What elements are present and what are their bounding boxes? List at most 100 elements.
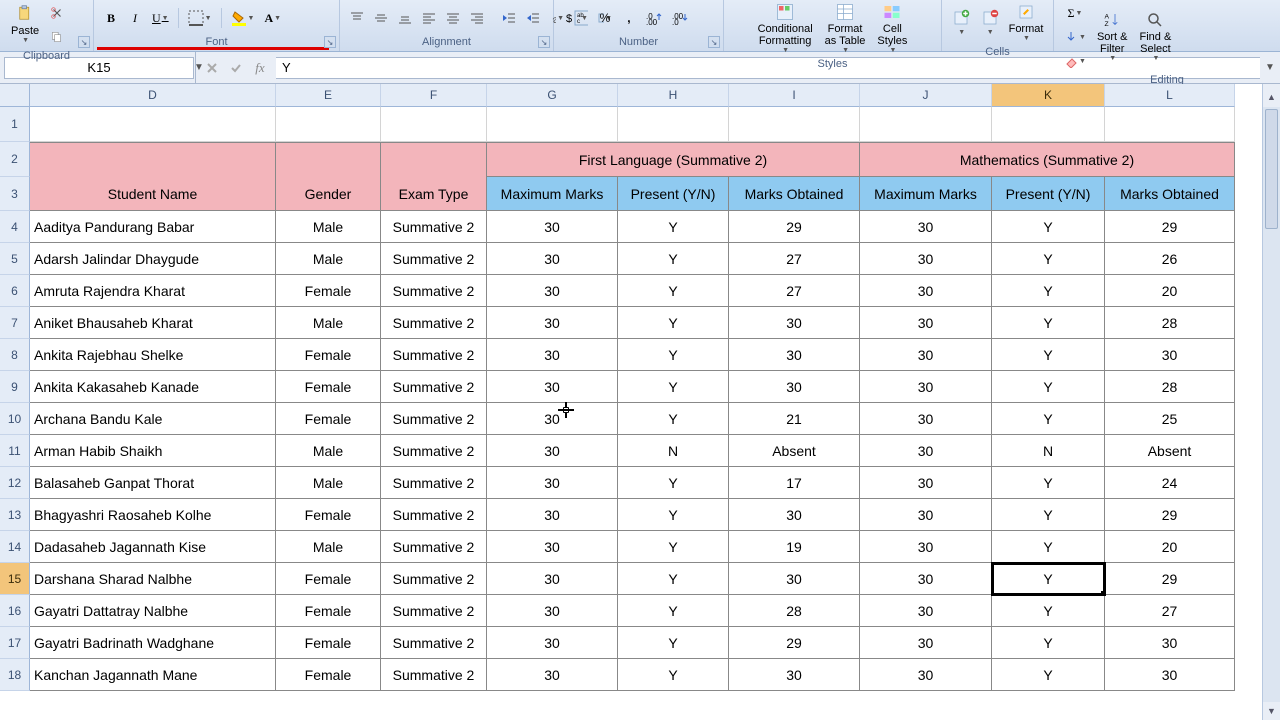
header-present-ma[interactable]: Present (Y/N)	[992, 177, 1105, 211]
row-header-10[interactable]: 10	[0, 403, 30, 435]
align-middle-button[interactable]	[370, 7, 392, 29]
cell-styles-button[interactable]: Cell Styles▼	[872, 2, 912, 56]
cell-ma-max[interactable]: 30	[860, 211, 992, 243]
cell-fl-marks[interactable]: 21	[729, 403, 860, 435]
cell[interactable]	[276, 107, 381, 142]
cell-name[interactable]: Aaditya Pandurang Babar	[30, 211, 276, 243]
cell[interactable]	[30, 107, 276, 142]
scroll-up-button[interactable]: ▲	[1263, 88, 1280, 106]
cell-fl-max[interactable]: 30	[487, 563, 618, 595]
enter-formula-button[interactable]	[226, 58, 246, 78]
row-header-9[interactable]: 9	[0, 371, 30, 403]
cell-fl-present[interactable]: Y	[618, 243, 729, 275]
row-header-5[interactable]: 5	[0, 243, 30, 275]
find-select-button[interactable]: Find & Select▼	[1135, 10, 1177, 64]
header-marks-fl[interactable]: Marks Obtained	[729, 177, 860, 211]
cell-ma-present[interactable]: Y	[992, 339, 1105, 371]
cell-name[interactable]: Ankita Rajebhau Shelke	[30, 339, 276, 371]
cell-exam[interactable]: Summative 2	[381, 595, 487, 627]
cell-exam[interactable]: Summative 2	[381, 435, 487, 467]
bold-button[interactable]: B	[100, 7, 122, 29]
cell-ma-max[interactable]: 30	[860, 499, 992, 531]
cell[interactable]	[618, 107, 729, 142]
row-header-7[interactable]: 7	[0, 307, 30, 339]
cell-name[interactable]: Arman Habib Shaikh	[30, 435, 276, 467]
cell-ma-present[interactable]: Y	[992, 659, 1105, 691]
cell[interactable]	[381, 107, 487, 142]
align-top-button[interactable]	[346, 7, 368, 29]
cell-fl-marks[interactable]: 30	[729, 307, 860, 339]
cell-ma-marks[interactable]: 20	[1105, 531, 1235, 563]
cell-fl-max[interactable]: 30	[487, 211, 618, 243]
cell[interactable]	[487, 107, 618, 142]
cell-ma-max[interactable]: 30	[860, 595, 992, 627]
column-header-I[interactable]: I	[729, 84, 860, 107]
cell-gender[interactable]: Female	[276, 659, 381, 691]
header-mathematics[interactable]: Mathematics (Summative 2)	[860, 142, 1235, 177]
copy-button[interactable]	[46, 26, 68, 48]
cell-ma-max[interactable]: 30	[860, 659, 992, 691]
header-max-marks-ma[interactable]: Maximum Marks	[860, 177, 992, 211]
cell-name[interactable]: Balasaheb Ganpat Thorat	[30, 467, 276, 499]
cell-fl-max[interactable]: 30	[487, 659, 618, 691]
alignment-dialog-launcher[interactable]: ↘	[538, 36, 550, 48]
scroll-thumb[interactable]	[1265, 109, 1278, 229]
insert-cells-button[interactable]: ▼	[948, 8, 975, 38]
cell-fl-marks[interactable]: 30	[729, 339, 860, 371]
cell-ma-marks[interactable]: 20	[1105, 275, 1235, 307]
cell-exam[interactable]: Summative 2	[381, 211, 487, 243]
cell-ma-present[interactable]: Y	[992, 403, 1105, 435]
format-cells-button[interactable]: Format▼	[1005, 2, 1047, 44]
cell[interactable]	[992, 107, 1105, 142]
header-present-fl[interactable]: Present (Y/N)	[618, 177, 729, 211]
cell-fl-max[interactable]: 30	[487, 595, 618, 627]
cell-ma-max[interactable]: 30	[860, 467, 992, 499]
cell-ma-max[interactable]: 30	[860, 371, 992, 403]
cell-gender[interactable]: Male	[276, 435, 381, 467]
cell-fl-present[interactable]: Y	[618, 211, 729, 243]
cell-fl-marks[interactable]: 30	[729, 499, 860, 531]
row-header-18[interactable]: 18	[0, 659, 30, 691]
header-first-language[interactable]: First Language (Summative 2)	[487, 142, 860, 177]
cell-ma-present[interactable]: N	[992, 435, 1105, 467]
paste-button[interactable]: Paste ▼	[6, 4, 44, 46]
cell-ma-present[interactable]: Y	[992, 499, 1105, 531]
row-header-13[interactable]: 13	[0, 499, 30, 531]
insert-function-button[interactable]: fx	[250, 58, 270, 78]
cell-fl-max[interactable]: 30	[487, 403, 618, 435]
cell-gender[interactable]: Female	[276, 595, 381, 627]
cell-ma-present[interactable]: Y	[992, 307, 1105, 339]
sort-filter-button[interactable]: AZ Sort & Filter▼	[1092, 10, 1133, 64]
row-header-11[interactable]: 11	[0, 435, 30, 467]
cell-ma-max[interactable]: 30	[860, 563, 992, 595]
cell-fl-present[interactable]: Y	[618, 627, 729, 659]
cell-fl-present[interactable]: Y	[618, 403, 729, 435]
comma-button[interactable]: ,	[618, 7, 640, 29]
align-bottom-button[interactable]	[394, 7, 416, 29]
cell-ma-marks[interactable]: 26	[1105, 243, 1235, 275]
column-header-F[interactable]: F	[381, 84, 487, 107]
decrease-indent-button[interactable]	[498, 7, 520, 29]
cell-ma-marks[interactable]: 29	[1105, 499, 1235, 531]
cell-ma-marks[interactable]: 30	[1105, 339, 1235, 371]
cell-gender[interactable]: Female	[276, 499, 381, 531]
cell-gender[interactable]: Male	[276, 531, 381, 563]
cell-name[interactable]: Darshana Sharad Nalbhe	[30, 563, 276, 595]
font-dialog-launcher[interactable]: ↘	[324, 36, 336, 48]
cancel-formula-button[interactable]	[202, 58, 222, 78]
row-header-17[interactable]: 17	[0, 627, 30, 659]
cell-name[interactable]: Dadasaheb Jagannath Kise	[30, 531, 276, 563]
cell-fl-max[interactable]: 30	[487, 435, 618, 467]
cell-ma-present[interactable]: Y	[992, 371, 1105, 403]
cell[interactable]	[1105, 107, 1235, 142]
cell-ma-marks[interactable]: 29	[1105, 211, 1235, 243]
cell-ma-max[interactable]: 30	[860, 275, 992, 307]
cell-ma-marks[interactable]: 28	[1105, 307, 1235, 339]
increase-indent-button[interactable]	[522, 7, 544, 29]
borders-button[interactable]: ▼	[184, 7, 216, 29]
cell-fl-marks[interactable]: 30	[729, 371, 860, 403]
cell-exam[interactable]: Summative 2	[381, 243, 487, 275]
cell-fl-marks[interactable]: 27	[729, 243, 860, 275]
cell-name[interactable]: Archana Bandu Kale	[30, 403, 276, 435]
cell-ma-marks[interactable]: 27	[1105, 595, 1235, 627]
